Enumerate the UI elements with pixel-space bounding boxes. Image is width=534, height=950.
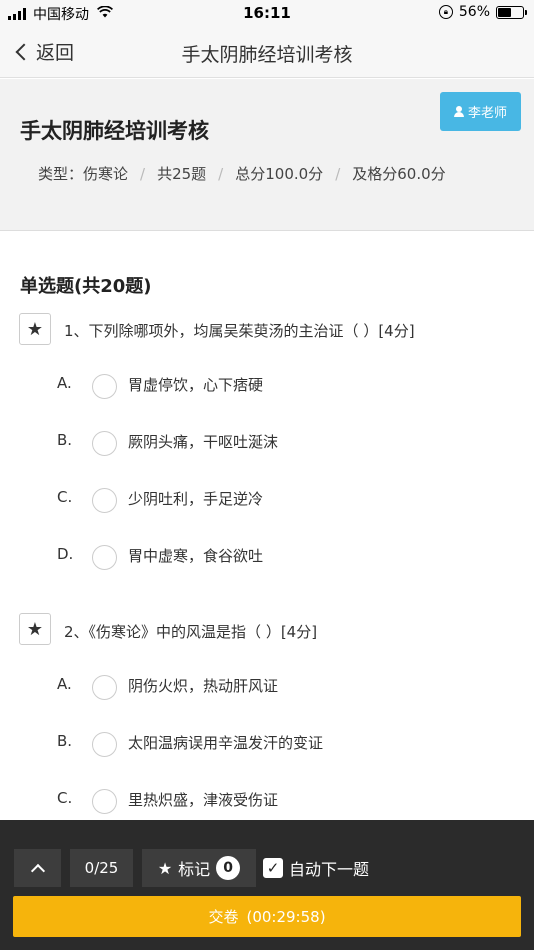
exam-total-score: 总分100.0分 bbox=[235, 165, 324, 183]
rotation-lock-icon: 🔒︎ bbox=[438, 5, 453, 19]
teacher-button[interactable]: 李老师 bbox=[440, 92, 521, 131]
submit-label: 交卷 bbox=[208, 908, 239, 926]
mark-label: 标记 bbox=[178, 860, 211, 879]
exam-title: 手太阴肺经培训考核 bbox=[20, 119, 209, 143]
option-letter: D. bbox=[57, 545, 74, 563]
user-icon bbox=[453, 106, 464, 117]
submit-timer: (00:29:58) bbox=[246, 907, 326, 926]
submit-button[interactable]: 交卷 (00:29:58) bbox=[13, 896, 521, 937]
auto-next-toggle[interactable]: ✓ 自动下一题 bbox=[263, 849, 369, 887]
question-text: 1、下列除哪项外，均属吴茱萸汤的主治证（ ）[4分] bbox=[64, 322, 415, 340]
battery-percent: 56% bbox=[458, 4, 490, 20]
option-letter: A. bbox=[57, 675, 72, 693]
option-text: 胃中虚寒，食谷欲吐 bbox=[128, 547, 264, 565]
exam-meta: 类型：伤寒论 / 共25题 / 总分100.0分 / 及格分60.0分 bbox=[38, 163, 446, 184]
option-row[interactable]: C. 少阴吐利，手足逆冷 bbox=[0, 480, 534, 520]
option-text: 胃虚停饮，心下痞硬 bbox=[128, 376, 264, 394]
option-radio[interactable] bbox=[92, 732, 117, 757]
option-radio[interactable] bbox=[92, 545, 117, 570]
option-row[interactable]: B. 厥阴头痛，干呕吐涎沫 bbox=[0, 423, 534, 463]
option-text: 太阳温病误用辛温发汗的变证 bbox=[128, 734, 324, 752]
option-text: 少阴吐利，手足逆冷 bbox=[128, 490, 264, 508]
star-mark-button[interactable]: ★ bbox=[19, 613, 51, 645]
section-title: 单选题(共20题) bbox=[20, 276, 152, 297]
teacher-label: 李老师 bbox=[467, 106, 507, 121]
option-radio[interactable] bbox=[92, 431, 117, 456]
star-mark-button[interactable]: ★ bbox=[19, 313, 51, 345]
bottom-bar: 0/25 ★ 标记 0 ✓ 自动下一题 交卷 (00:29:58) bbox=[0, 820, 534, 950]
option-letter: A. bbox=[57, 374, 72, 392]
option-letter: C. bbox=[57, 488, 73, 506]
option-text: 厥阴头痛，干呕吐涎沫 bbox=[128, 433, 279, 451]
option-letter: B. bbox=[57, 732, 73, 750]
status-bar: 中国移动 16:11 🔒︎ 56% bbox=[0, 0, 534, 28]
star-icon: ★ bbox=[157, 858, 173, 878]
star-icon: ★ bbox=[26, 618, 44, 640]
mark-count-badge: 0 bbox=[216, 856, 241, 880]
exam-type: 类型：伤寒论 bbox=[38, 165, 129, 183]
exam-pass-score: 及格分60.0分 bbox=[352, 165, 446, 183]
meta-separator: / bbox=[218, 164, 224, 183]
exam-total-questions: 共25题 bbox=[157, 165, 207, 183]
option-radio[interactable] bbox=[92, 488, 117, 513]
auto-next-checkbox[interactable]: ✓ bbox=[263, 858, 283, 878]
nav-bar: 返回 手太阴肺经培训考核 bbox=[0, 28, 534, 78]
option-radio[interactable] bbox=[92, 374, 117, 399]
chevron-up-icon bbox=[30, 863, 45, 878]
battery-icon bbox=[496, 5, 527, 19]
star-icon: ★ bbox=[26, 318, 44, 340]
option-text: 阴伤火炽，热动肝风证 bbox=[128, 677, 279, 695]
nav-title: 手太阴肺经培训考核 bbox=[181, 44, 353, 66]
progress-counter[interactable]: 0/25 bbox=[70, 849, 133, 887]
option-letter: B. bbox=[57, 431, 73, 449]
question-text: 2、《伤寒论》中的风温是指（ ）[4分] bbox=[64, 623, 318, 641]
option-letter: C. bbox=[57, 789, 73, 807]
option-radio[interactable] bbox=[92, 789, 117, 814]
mark-button[interactable]: ★ 标记 0 bbox=[142, 849, 256, 887]
status-right: 🔒︎ 56% bbox=[438, 4, 527, 20]
option-row[interactable]: A. 阴伤火炽，热动肝风证 bbox=[0, 667, 534, 707]
meta-separator: / bbox=[335, 164, 341, 183]
option-radio[interactable] bbox=[92, 675, 117, 700]
previous-question-button[interactable] bbox=[14, 849, 61, 887]
option-text: 里热炽盛，津液受伤证 bbox=[128, 791, 279, 809]
meta-separator: / bbox=[140, 164, 146, 183]
auto-next-label: 自动下一题 bbox=[289, 860, 370, 879]
exam-header: 手太阴肺经培训考核 李老师 类型：伤寒论 / 共25题 / 总分100.0分 /… bbox=[0, 79, 534, 231]
option-row[interactable]: A. 胃虚停饮，心下痞硬 bbox=[0, 366, 534, 406]
option-row[interactable]: D. 胃中虚寒，食谷欲吐 bbox=[0, 537, 534, 577]
option-row[interactable]: B. 太阳温病误用辛温发汗的变证 bbox=[0, 724, 534, 764]
option-row[interactable]: C. 里热炽盛，津液受伤证 bbox=[0, 781, 534, 821]
